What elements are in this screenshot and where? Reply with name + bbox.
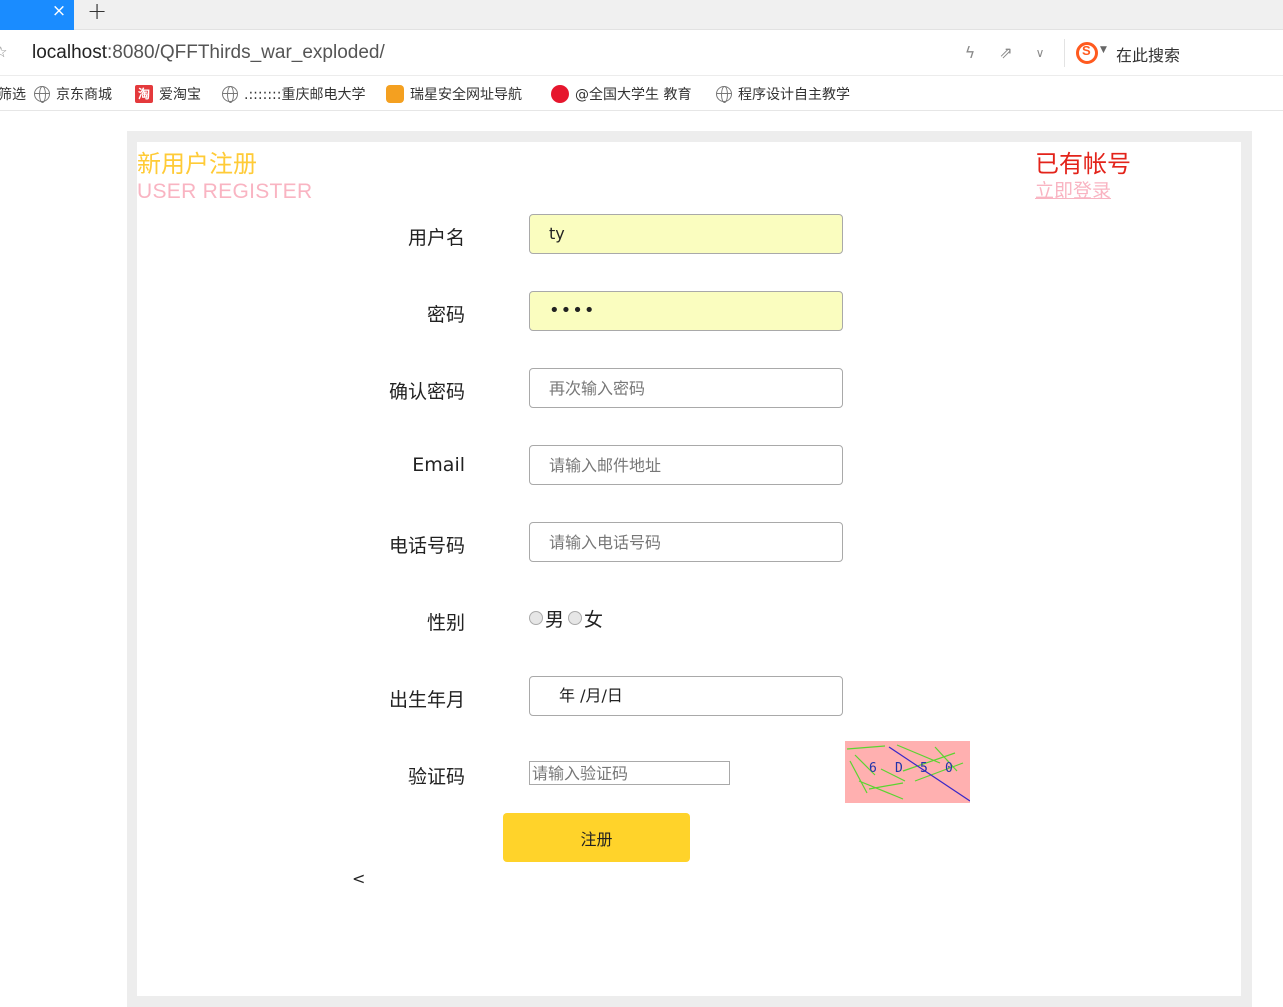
bookmark-label: 京东商城	[56, 87, 112, 103]
login-link[interactable]: 立即登录	[1035, 176, 1111, 203]
phone-input[interactable]	[529, 522, 843, 562]
lightning-icon[interactable]: ϟ	[960, 43, 980, 63]
captcha-char: 0	[945, 761, 953, 776]
bookmark-label: 瑞星安全网址导航	[410, 87, 522, 103]
captcha-char: 6	[869, 761, 877, 776]
divider	[1064, 39, 1065, 67]
page-title: 新用户注册	[137, 150, 257, 178]
password-label: 密码	[426, 304, 465, 326]
url-host: localhost	[32, 42, 107, 63]
email-input[interactable]	[529, 445, 843, 485]
captcha-char: D	[895, 761, 903, 776]
have-account-text: 已有帐号	[1035, 150, 1131, 178]
username-label: 用户名	[407, 227, 465, 249]
address-bar: ☆ localhost:8080/QFFThirds_war_exploded/…	[0, 31, 1283, 76]
chevron-down-icon[interactable]: ∨	[1030, 43, 1050, 63]
birth-date-input[interactable]: 年 /月/日	[529, 676, 843, 716]
gender-male-radio[interactable]	[529, 611, 543, 625]
bookmark-cqupt[interactable]: .:::::::重庆邮电大学	[222, 84, 365, 104]
globe-icon	[222, 86, 238, 103]
page-subtitle: USER REGISTER	[137, 180, 313, 203]
confirm-password-label: 确认密码	[388, 381, 465, 403]
bookmark-label: 程序设计自主教学	[738, 87, 850, 103]
captcha-label: 验证码	[407, 766, 465, 788]
captcha-char: 5	[920, 761, 928, 776]
close-icon[interactable]: ×	[50, 2, 68, 20]
page-frame: 新用户注册 USER REGISTER 已有帐号 立即登录 用户名 ty 密码 …	[127, 131, 1252, 1007]
sogou-logo-icon[interactable]	[1076, 42, 1098, 64]
bookmark-jd[interactable]: 京东商城	[34, 84, 112, 104]
bookmark-taobao[interactable]: 淘 爱淘宝	[135, 84, 201, 104]
url-path: :8080/QFFThirds_war_exploded/	[107, 42, 385, 63]
gender-female-radio[interactable]	[568, 611, 583, 625]
stray-text: <	[352, 869, 366, 888]
gender-label: 性别	[426, 612, 465, 634]
bookmark-rising[interactable]: 瑞星安全网址导航	[386, 84, 522, 104]
tab-bar: × +	[0, 0, 1283, 30]
weibo-icon	[551, 85, 569, 103]
bookmark-filter[interactable]: 筛选	[0, 84, 26, 104]
bookmark-label: .:::::::重庆邮电大学	[244, 87, 366, 103]
gender-radio-group: 男 女	[529, 607, 607, 631]
search-box[interactable]: 在此搜索	[1116, 42, 1180, 66]
url-field[interactable]: localhost:8080/QFFThirds_war_exploded/	[32, 42, 385, 64]
confirm-password-input[interactable]	[529, 368, 843, 408]
email-label: Email	[412, 454, 465, 476]
gender-female-label: 女	[584, 608, 604, 631]
bookmark-programming[interactable]: 程序设计自主教学	[716, 84, 850, 104]
globe-icon	[34, 86, 50, 103]
captcha-image[interactable]: 6 D 5 0	[845, 741, 970, 803]
phone-label: 电话号码	[388, 535, 465, 557]
bookmark-label: @全国大学生 教育	[575, 87, 692, 103]
captcha-input[interactable]	[529, 761, 730, 785]
bookmarks-bar: 筛选 京东商城 淘 爱淘宝 .:::::::重庆邮电大学 瑞星安全网址导航 @全…	[0, 77, 1283, 111]
password-input[interactable]: ••••	[529, 291, 843, 331]
active-tab[interactable]: ×	[0, 0, 74, 30]
bookmark-label: 爱淘宝	[159, 87, 201, 103]
plus-icon[interactable]: +	[86, 0, 108, 23]
share-icon[interactable]: ⇗	[996, 43, 1016, 63]
birth-label: 出生年月	[388, 689, 465, 711]
register-panel: 新用户注册 USER REGISTER 已有帐号 立即登录 用户名 ty 密码 …	[137, 142, 1241, 996]
globe-icon	[716, 86, 732, 103]
caret-down-icon[interactable]: ▼	[1100, 45, 1107, 55]
gender-male-label: 男	[545, 608, 565, 631]
star-icon[interactable]: ☆	[0, 43, 8, 61]
tiger-icon	[386, 85, 404, 103]
username-input[interactable]: ty	[529, 214, 843, 254]
bookmark-weibo[interactable]: @全国大学生 教育	[551, 84, 691, 104]
bookmark-label: 筛选	[0, 87, 26, 103]
register-button[interactable]: 注册	[503, 813, 690, 862]
taobao-icon: 淘	[135, 85, 153, 103]
